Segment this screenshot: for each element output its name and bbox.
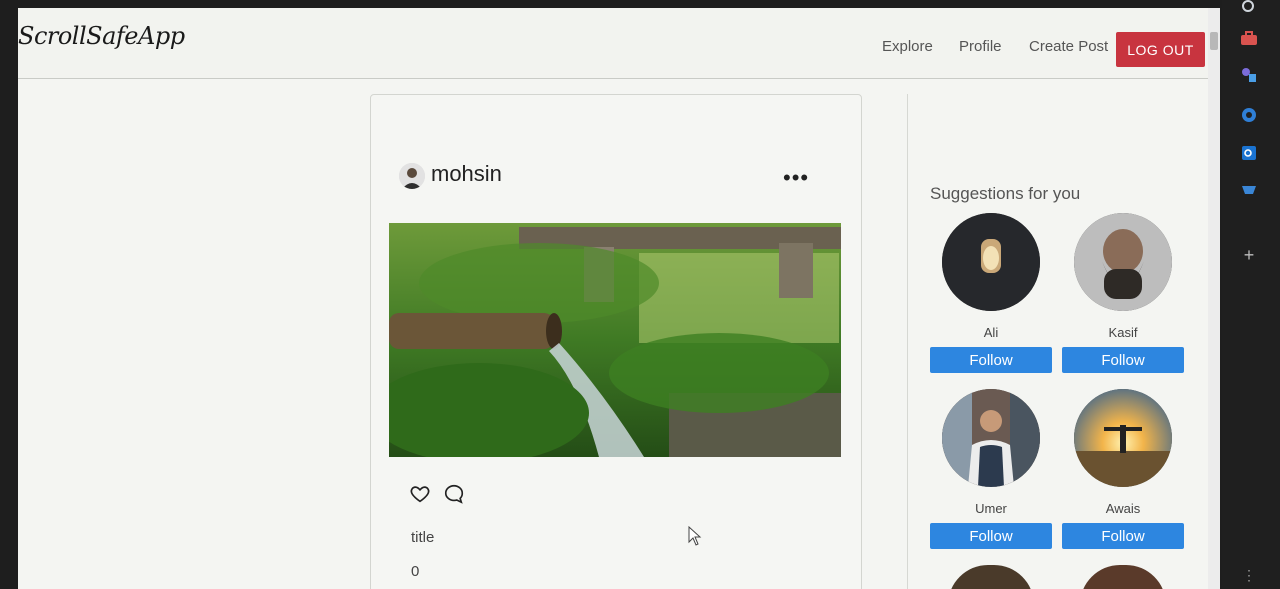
heart-icon[interactable] <box>409 483 433 507</box>
post-author-avatar[interactable] <box>399 163 425 189</box>
brand-logo[interactable]: ScrollSafeApp <box>18 22 185 50</box>
toolbox-icon[interactable] <box>1238 28 1260 50</box>
post-actions <box>409 483 473 510</box>
games-icon[interactable] <box>1238 64 1260 86</box>
avatar[interactable] <box>1074 389 1172 487</box>
search-icon[interactable] <box>1238 0 1260 18</box>
scrollbar-thumb[interactable] <box>1210 32 1218 50</box>
follow-button[interactable]: Follow <box>1062 347 1184 373</box>
page-scrollbar[interactable] <box>1208 8 1220 589</box>
post-card: mohsin ••• title 0 <box>370 94 862 589</box>
screen: ScrollSafeApp Explore Profile Create Pos… <box>0 0 1280 589</box>
post-title: title <box>411 529 435 546</box>
suggestion-card: Awais Follow <box>1062 389 1184 549</box>
comment-icon[interactable] <box>443 483 467 507</box>
more-options-icon[interactable]: ••• <box>783 167 809 189</box>
suggestion-card: Ali Follow <box>930 213 1052 373</box>
nav-profile[interactable]: Profile <box>959 38 1002 55</box>
mouse-cursor-icon <box>688 525 702 551</box>
outlook-icon[interactable] <box>1238 142 1260 164</box>
avatar[interactable] <box>1074 213 1172 311</box>
avatar[interactable] <box>948 565 1034 589</box>
follow-button[interactable]: Follow <box>1062 523 1184 549</box>
follow-button[interactable]: Follow <box>930 523 1052 549</box>
edge-sidebar: + ⋮ <box>1222 0 1280 589</box>
office-icon[interactable] <box>1238 104 1260 126</box>
suggestion-name: Umer <box>975 501 1007 516</box>
sidebar-menu-icon[interactable]: ⋮ <box>1238 564 1260 586</box>
suggestion-name: Kasif <box>1108 325 1138 340</box>
follow-button[interactable]: Follow <box>930 347 1052 373</box>
post-username[interactable]: mohsin <box>431 161 502 187</box>
nav-explore[interactable]: Explore <box>882 38 933 55</box>
post-image <box>389 223 841 457</box>
sidebar-divider <box>907 94 908 589</box>
add-icon[interactable]: + <box>1238 244 1260 266</box>
suggestions-heading: Suggestions for you <box>930 184 1081 203</box>
nav-create-post[interactable]: Create Post <box>1029 38 1108 55</box>
shopping-icon[interactable] <box>1238 180 1260 202</box>
suggestion-name: Awais <box>1105 501 1141 516</box>
suggestion-card: Umer Follow <box>930 389 1052 549</box>
like-count: 0 <box>411 563 420 580</box>
navbar: ScrollSafeApp Explore Profile Create Pos… <box>18 8 1208 79</box>
avatar[interactable] <box>1080 565 1166 589</box>
suggestion-name: Ali <box>983 325 999 340</box>
logout-button[interactable]: LOG OUT <box>1116 32 1205 67</box>
suggestion-card: Kasif Follow <box>1062 213 1184 373</box>
avatar[interactable] <box>942 389 1040 487</box>
browser-page: ScrollSafeApp Explore Profile Create Pos… <box>18 8 1220 589</box>
avatar[interactable] <box>942 213 1040 311</box>
